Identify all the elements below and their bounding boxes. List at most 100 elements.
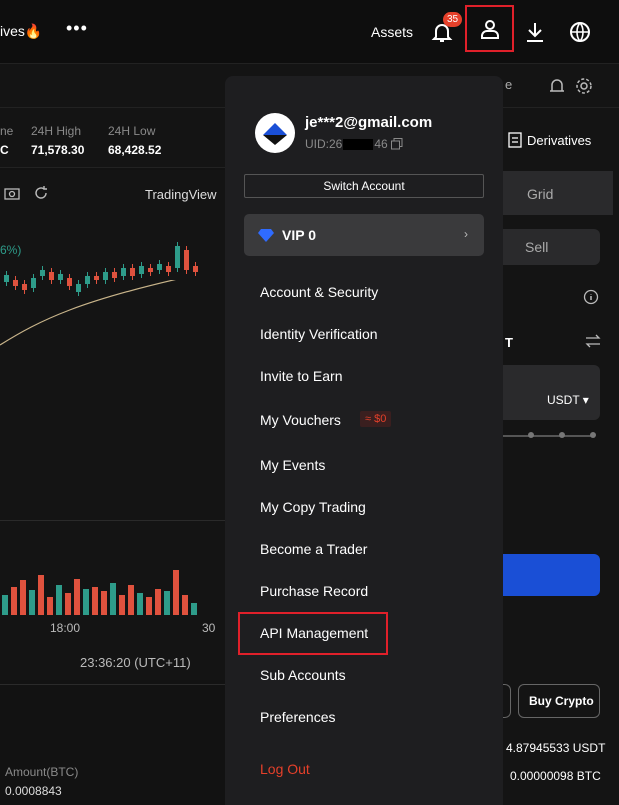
volume-bar [56,585,62,615]
screenshot-icon[interactable] [4,186,20,200]
derivatives-doc-icon [508,132,522,148]
amount-input[interactable]: USDT ▾ [503,365,600,420]
avatar-logo-icon [263,123,287,145]
moving-average-line [0,280,176,346]
menu-become-a-trader[interactable]: Become a Trader [260,541,367,557]
candle [139,266,144,274]
grid-tab-label: Grid [527,186,554,202]
volume-bar [101,591,107,615]
candle [184,250,189,270]
menu-preferences[interactable]: Preferences [260,709,335,725]
volume-bar [38,575,44,615]
amount-value: 0.0008843 [5,784,62,798]
volume-bar [164,591,170,615]
amount-slider[interactable] [503,435,593,437]
volume-bar [110,583,116,615]
chart-divider [0,520,225,521]
candle [112,272,117,278]
volume-bar [47,597,53,615]
time-axis-tick: 18:00 [50,621,81,635]
alert-icon[interactable] [548,77,566,95]
derivatives-link[interactable]: Derivatives [527,133,591,148]
menu-api-management[interactable]: API Management [260,625,368,641]
low-24h-value: 68,428.52 [108,143,162,157]
candle [49,272,54,280]
account-email: je***2@gmail.com [305,114,433,131]
volume-bar [137,593,143,615]
trade-panel: Derivatives Grid Sell T USDT ▾ Buy Crypt… [503,108,619,805]
chevron-right-icon: › [464,227,468,241]
buy-crypto-button[interactable]: Buy Crypto [518,684,600,718]
low-24h-label: 24H Low [108,124,156,138]
info-icon[interactable] [583,289,599,305]
volume-bar [146,597,152,615]
menu-invite-to-earn[interactable]: Invite to Earn [260,368,343,384]
profile-dropdown: je***2@gmail.com UID:26 46 Switch Account… [225,76,503,805]
volume-label: ne [0,124,14,138]
volume-bar [155,589,161,615]
grid-tab[interactable]: Grid [503,171,613,215]
volume-bar [182,595,188,615]
candle [148,268,153,272]
sub-toolbar-label: e [505,77,513,92]
menu-identity-verification[interactable]: Identity Verification [260,326,378,342]
high-24h-label: 24H High [31,124,82,138]
volume-bar [29,590,35,615]
balance-usdt: 4.87945533 USDT [506,741,606,755]
volume-bar [74,579,80,615]
candle [157,264,162,270]
high-24h-value: 71,578.30 [31,143,85,157]
account-uid: UID:26 46 [305,137,388,151]
volume-bar [83,589,89,615]
candle [130,268,135,276]
volume-bar [92,587,98,615]
menu-account-security[interactable]: Account & Security [260,284,378,300]
candle [121,268,126,276]
primary-action-button[interactable] [503,554,600,596]
settings-gear-icon[interactable] [575,77,593,95]
globe-icon[interactable] [568,20,592,44]
menu-my-copy-trading[interactable]: My Copy Trading [260,499,366,515]
vip-level-label: VIP 0 [282,227,316,243]
tradingview-label[interactable]: TradingView [145,187,217,202]
vip-level-card[interactable]: VIP 0 › [244,214,484,256]
slider-step-mark [559,432,565,438]
top-bar: ives🔥 ••• Assets 35 [0,0,619,64]
notification-count-badge: 35 [443,12,463,27]
nav-derivatives-label[interactable]: ives🔥 [0,23,42,40]
volume-bar [20,580,26,615]
volume-bars [2,570,197,615]
nav-assets-link[interactable]: Assets [371,24,413,40]
download-icon[interactable] [523,20,547,44]
switch-account-button[interactable]: Switch Account [244,174,484,198]
buy-crypto-label: Buy Crypto [529,694,594,708]
menu-my-vouchers[interactable]: My Vouchers [260,412,341,428]
uid-redaction [343,139,374,151]
volume-bar [2,595,8,615]
chart-clock: 23:36:20 (UTC+11) [80,655,191,670]
voucher-value-badge: ≈ $0 [360,411,392,427]
menu-sub-accounts[interactable]: Sub Accounts [260,667,346,683]
amount-column-header: Amount(BTC) [5,765,79,779]
candle [193,266,198,272]
candle [40,270,45,276]
menu-purchase-record[interactable]: Purchase Record [260,583,368,599]
date-axis-tick: 30 [202,621,216,635]
volume-bar [173,570,179,615]
volume-bar [128,585,134,615]
volume-bar [11,587,17,615]
candle [175,246,180,268]
menu-log-out[interactable]: Log Out [260,761,310,777]
copy-icon[interactable] [391,138,403,150]
balance-btc: 0.00000098 BTC [510,769,601,783]
refresh-icon[interactable] [33,185,49,201]
sell-button[interactable]: Sell [503,229,600,265]
menu-my-events[interactable]: My Events [260,457,325,473]
user-profile-button[interactable] [465,5,514,52]
volume-bar [65,593,71,615]
unit-select[interactable]: USDT ▾ [547,393,589,407]
secondary-button-edge[interactable] [503,684,511,718]
volume-bar [119,595,125,615]
swap-arrows-icon[interactable] [585,334,601,348]
more-menu-icon[interactable]: ••• [66,18,88,39]
